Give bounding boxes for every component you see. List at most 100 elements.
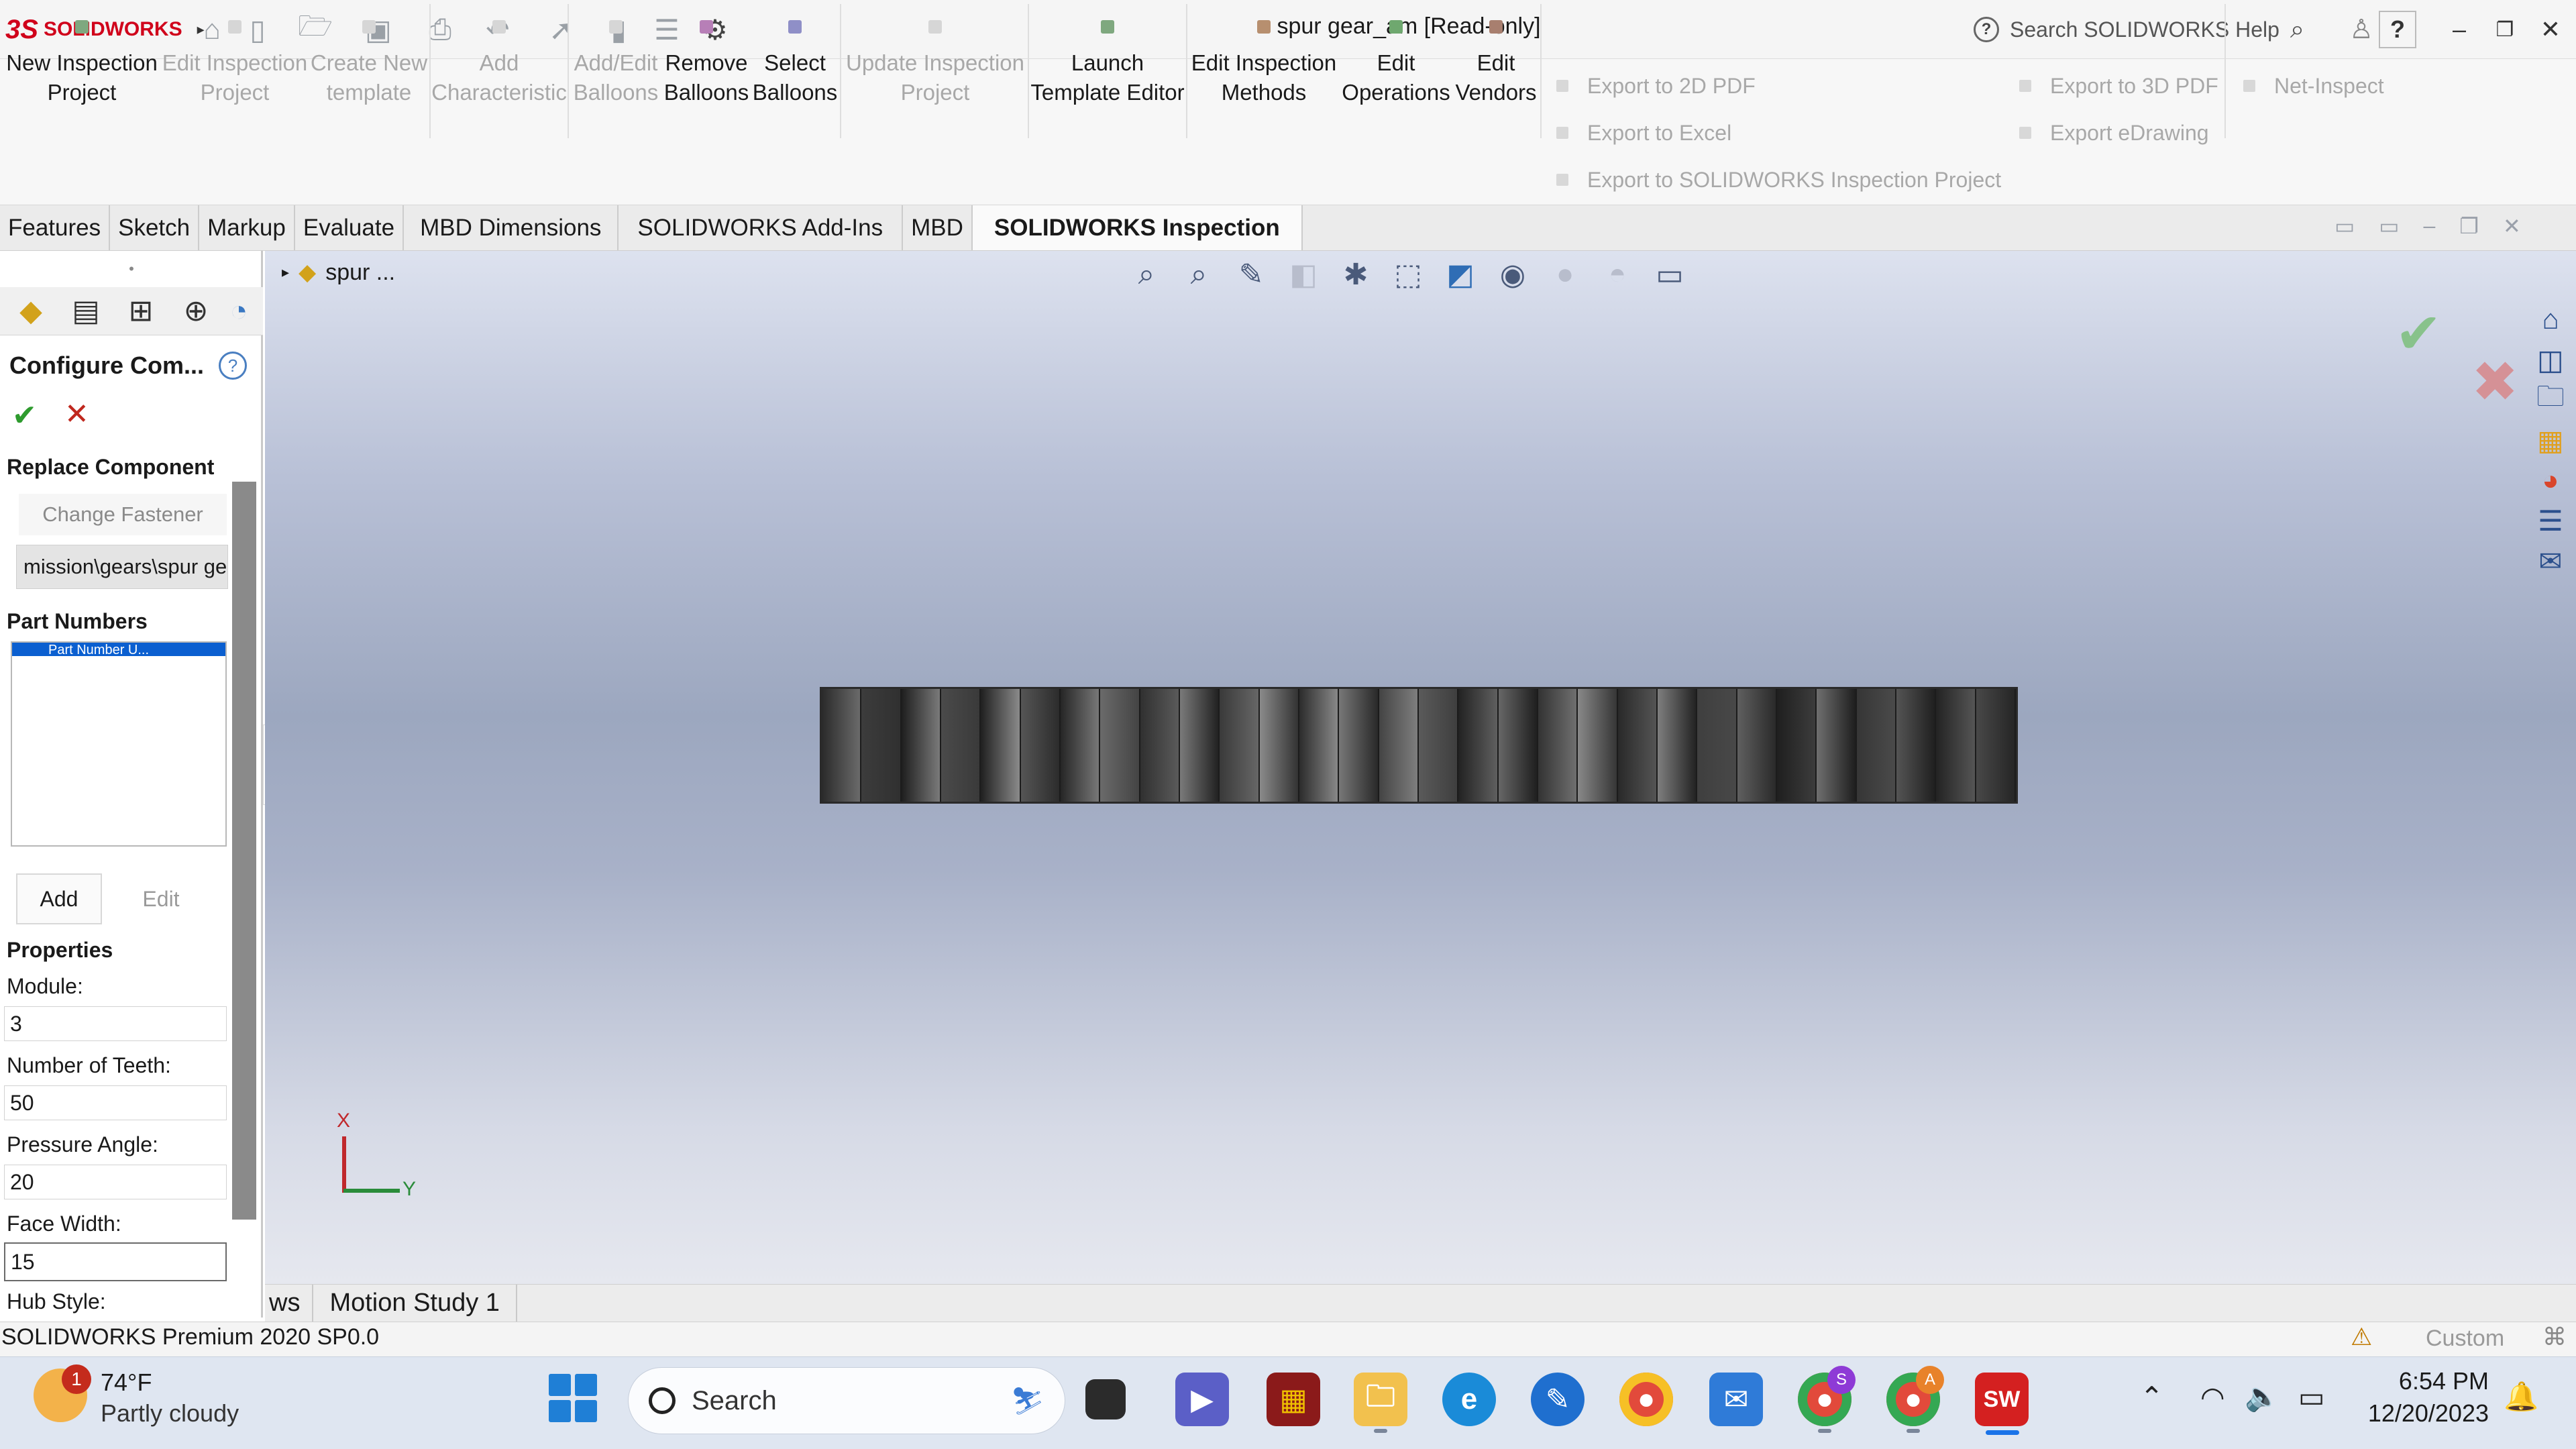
edit-vendors-button[interactable]: Edit Vendors [1453, 20, 1539, 141]
show-hidden-icons-chevron-icon[interactable]: ⌃ [2140, 1381, 2163, 1413]
tag-icon[interactable]: ⌘ [2542, 1323, 2567, 1351]
edit-appearance-icon[interactable]: ● [1546, 255, 1585, 294]
design-library-icon[interactable]: ◫ [2529, 342, 2572, 377]
edit-button[interactable]: Edit [114, 873, 208, 924]
restore-button[interactable]: ❐ [2483, 8, 2526, 51]
winrar-icon[interactable]: ▦ [1267, 1373, 1320, 1426]
close-button[interactable]: ✕ [2529, 8, 2572, 51]
appearances-icon[interactable]: ◕ [2529, 463, 2572, 498]
forum-icon[interactable]: ✉ [2529, 543, 2572, 578]
edit-inspection-methods-button[interactable]: Edit Inspection Methods [1189, 20, 1339, 141]
edit-operations-button[interactable]: Edit Operations [1339, 20, 1453, 141]
wifi-icon[interactable]: ◠ [2200, 1381, 2225, 1413]
volume-icon[interactable]: 🔈 [2245, 1381, 2279, 1413]
tools-app-icon[interactable]: ✎ [1531, 1373, 1585, 1426]
notification-bell-icon[interactable]: 🔔 [2504, 1381, 2538, 1413]
edge-browser-icon[interactable]: e [1442, 1373, 1496, 1426]
export-3d-pdf-button[interactable]: Export to 3D PDF [2019, 67, 2218, 105]
dimxpert-icon[interactable]: ⊕ [172, 290, 220, 333]
export-excel-button[interactable]: Export to Excel [1556, 114, 1731, 152]
net-inspect-button[interactable]: Net-Inspect [2243, 67, 2384, 105]
previous-view-icon[interactable]: ✎ [1232, 255, 1271, 294]
change-fastener-button[interactable]: Change Fastener [19, 494, 227, 535]
solidworks-resources-icon[interactable]: ⌂ [2529, 302, 2572, 337]
export-2d-pdf-button[interactable]: Export to 2D PDF [1556, 67, 1756, 105]
replace-component-heading[interactable]: Replace Component [7, 455, 214, 480]
tab-motion-study[interactable]: Motion Study 1 [313, 1285, 517, 1322]
remove-balloons-button[interactable]: Remove Balloons [661, 20, 751, 141]
tab-model-views[interactable]: ws [265, 1285, 314, 1322]
flyout-tree[interactable]: ▸ ◆ spur ... [282, 259, 395, 286]
clock-date[interactable]: 12/20/2023 [2355, 1399, 2489, 1428]
close-icon[interactable]: ✕ [2503, 213, 2521, 239]
add-button[interactable]: Add [16, 873, 102, 924]
panel-scrollbar[interactable] [232, 482, 256, 1220]
restore-icon[interactable]: ❐ [2459, 213, 2479, 239]
rebuild-status-icon[interactable]: ⚠ [2351, 1323, 2372, 1351]
weather-temperature[interactable]: 74°F [101, 1368, 152, 1397]
tab-evaluate[interactable]: Evaluate [295, 205, 405, 250]
confirm-corner-cancel-icon[interactable]: ✖ [2471, 349, 2518, 415]
help-icon[interactable]: ? [219, 352, 247, 380]
hide-show-icon[interactable]: ◉ [1493, 255, 1532, 294]
tab-solidworks-inspection[interactable]: SOLIDWORKS Inspection [972, 205, 1303, 250]
zoom-to-fit-icon[interactable]: ⌕ [1127, 255, 1166, 294]
list-item-selected[interactable]: Part Number U... [12, 643, 225, 656]
update-inspection-project-button[interactable]: Update Inspection Project [843, 20, 1028, 141]
display-style-icon[interactable]: ◩ [1441, 255, 1480, 294]
tile-icon[interactable]: ▭ [2379, 213, 2399, 239]
task-view-icon[interactable] [1085, 1379, 1126, 1419]
chrome-browser-icon[interactable]: ● [1619, 1373, 1673, 1426]
tile-icon[interactable]: ▭ [2334, 213, 2355, 239]
ok-check-button[interactable]: ✔ [12, 398, 37, 433]
property-manager-icon[interactable]: ▤ [62, 290, 110, 333]
tab-mbd[interactable]: MBD [903, 205, 973, 250]
file-explorer-icon[interactable]: 🗀 [2529, 380, 2572, 417]
export-sw-inspection-button[interactable]: Export to SOLIDWORKS Inspection Project [1556, 161, 2001, 199]
create-template-button[interactable]: Create New template [309, 20, 429, 141]
taskbar-search[interactable]: Search ⛷ [628, 1367, 1065, 1434]
feature-manager-icon[interactable]: ◆ [7, 290, 55, 333]
tab-markup[interactable]: Markup [199, 205, 295, 250]
dynamic-annotation-icon[interactable]: ✱ [1336, 255, 1375, 294]
clock-time[interactable]: 6:54 PM [2368, 1367, 2489, 1395]
new-inspection-project-button[interactable]: New Inspection Project [3, 20, 161, 141]
tab-mbd-dimensions[interactable]: MBD Dimensions [404, 205, 619, 250]
apply-scene-icon[interactable]: ◓ [1598, 255, 1637, 294]
select-balloons-button[interactable]: Select Balloons [751, 20, 839, 141]
configuration-manager-icon[interactable]: ⊞ [117, 290, 165, 333]
minimize-button[interactable]: – [2438, 8, 2481, 51]
edit-inspection-project-button[interactable]: Edit Inspection Project [161, 20, 309, 141]
tab-sketch[interactable]: Sketch [110, 205, 200, 250]
confirm-corner-check-icon[interactable]: ✔ [2395, 301, 2442, 366]
part-numbers-heading[interactable]: Part Numbers [7, 609, 148, 634]
gear-model[interactable] [820, 687, 2018, 804]
minimize-icon[interactable]: – [2423, 213, 2435, 239]
zoom-to-area-icon[interactable]: ⌕ [1179, 255, 1218, 294]
view-settings-icon[interactable]: ▭ [1650, 255, 1689, 294]
start-windows-icon[interactable] [549, 1374, 597, 1422]
module-field[interactable]: 3 [4, 1006, 227, 1041]
unit-system-selector[interactable]: Custom [2426, 1326, 2504, 1352]
panel-grip-handle[interactable]: • [0, 251, 263, 287]
battery-icon[interactable]: ▭ [2298, 1381, 2325, 1413]
properties-heading[interactable]: Properties [7, 938, 113, 963]
weather-description[interactable]: Partly cloudy [101, 1399, 239, 1428]
help-search-box[interactable]: ? Search SOLIDWORKS Help ⌕ [1974, 12, 2336, 47]
view-orientation-icon[interactable]: ⬚ [1389, 255, 1428, 294]
face-width-field[interactable]: 15 [4, 1242, 227, 1281]
tab-features[interactable]: Features [0, 205, 111, 250]
teams-chat-icon[interactable]: ▶ [1175, 1373, 1229, 1426]
tab-solidworks-add-ins[interactable]: SOLIDWORKS Add-Ins [619, 205, 904, 250]
teeth-field[interactable]: 50 [4, 1085, 227, 1120]
view-palette-icon[interactable]: ▦ [2529, 423, 2572, 458]
component-path-field[interactable]: mission\gears\spur gear [16, 545, 228, 589]
mail-icon[interactable]: ✉ [1709, 1373, 1763, 1426]
custom-properties-icon[interactable]: ☰ [2529, 503, 2572, 538]
launch-template-editor-button[interactable]: Launch Template Editor [1030, 20, 1185, 141]
section-view-icon[interactable]: ◧ [1284, 255, 1323, 294]
file-explorer-icon[interactable]: 🗀 [1354, 1373, 1407, 1426]
help-button[interactable]: ? [2379, 11, 2416, 48]
part-numbers-list[interactable]: Part Number U... [11, 641, 227, 847]
cancel-x-button[interactable]: ✕ [64, 397, 89, 431]
